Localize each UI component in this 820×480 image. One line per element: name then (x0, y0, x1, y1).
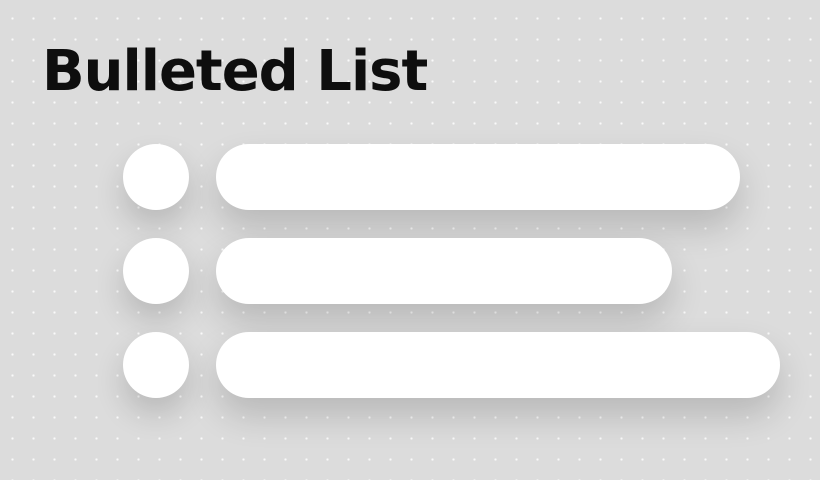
list-item-text-placeholder (216, 144, 740, 210)
list-item-text-placeholder (216, 332, 780, 398)
list-item-text-placeholder (216, 238, 672, 304)
circle-bullet-icon (123, 332, 189, 398)
circle-bullet-icon (123, 144, 189, 210)
circle-bullet-icon (123, 238, 189, 304)
bulleted-list-illustration (0, 0, 820, 480)
